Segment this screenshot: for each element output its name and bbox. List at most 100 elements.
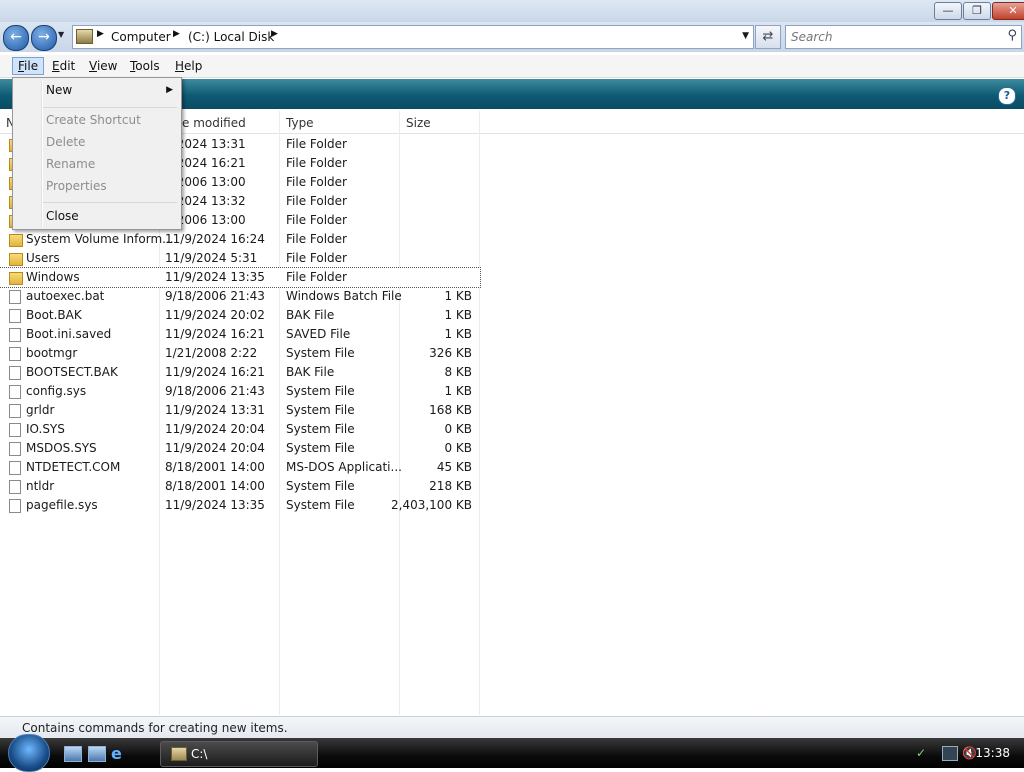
minimize-button[interactable]: — <box>934 2 962 20</box>
taskbar: e C:\ ✓ 🔇 13:38 <box>0 734 1024 772</box>
file-row[interactable]: MSDOS.SYS 11/9/2024 20:04 System File 0 KB <box>0 439 480 458</box>
file-date-modified: 11/9/2024 16:21 <box>165 327 265 341</box>
menu-file[interactable]: File <box>12 57 45 75</box>
menu-separator <box>43 202 177 203</box>
restore-button[interactable]: ❐ <box>963 2 991 20</box>
file-row[interactable]: config.sys 9/18/2006 21:43 System File 1 KB <box>0 382 480 401</box>
file-type: File Folder <box>286 175 347 189</box>
file-size: 1 KB <box>444 384 472 398</box>
breadcrumb-computer[interactable]: Computer <box>111 30 171 44</box>
file-name: Users <box>26 251 60 265</box>
file-type: System File <box>286 422 355 436</box>
file-icon <box>9 480 21 494</box>
menu-item-create-shortcut: Create Shortcut <box>46 113 141 127</box>
menu-help[interactable]: Help <box>170 58 207 74</box>
menu-view[interactable]: View <box>84 58 122 74</box>
file-icon <box>9 309 21 323</box>
internet-explorer-icon[interactable]: e <box>111 744 122 763</box>
taskbar-window-label: C:\ <box>191 747 208 761</box>
menu-view-label: iew <box>96 59 118 73</box>
file-row[interactable]: IO.SYS 11/9/2024 20:04 System File 0 KB <box>0 420 480 439</box>
menu-item-close[interactable]: Close <box>46 209 79 223</box>
column-header-type[interactable]: Type <box>286 116 314 130</box>
menu-bar: File Edit View Tools Help <box>0 55 1024 78</box>
file-menu-dropdown: New ▶ Create Shortcut Delete Rename Prop… <box>12 77 182 230</box>
breadcrumb-local-disk[interactable]: (C:) Local Disk <box>188 30 274 44</box>
file-name: bootmgr <box>26 346 78 360</box>
refresh-button[interactable]: ⇄ <box>755 25 781 49</box>
file-name: System Volume Inform... <box>26 232 174 246</box>
file-date-modified: 11/9/2024 13:31 <box>165 403 265 417</box>
file-date-modified: 11/9/2024 16:24 <box>165 232 265 246</box>
file-name: Boot.ini.saved <box>26 327 112 341</box>
back-button[interactable]: ← <box>3 25 29 51</box>
file-date-modified: 11/9/2024 13:35 <box>165 498 265 512</box>
file-name: Boot.BAK <box>26 308 82 322</box>
file-icon <box>9 328 21 342</box>
taskbar-window-button[interactable]: C:\ <box>160 741 318 767</box>
file-type: System File <box>286 346 355 360</box>
file-row[interactable]: Windows 11/9/2024 13:35 File Folder <box>0 267 481 288</box>
file-type: File Folder <box>286 251 347 265</box>
file-row[interactable]: Boot.BAK 11/9/2024 20:02 BAK File 1 KB <box>0 306 480 325</box>
menu-edit[interactable]: Edit <box>47 58 80 74</box>
switch-windows-icon[interactable] <box>88 746 106 762</box>
file-size: 2,403,100 KB <box>391 498 472 512</box>
breadcrumb-separator-icon[interactable]: ▶ <box>271 29 278 39</box>
menu-separator <box>43 107 177 108</box>
address-dropdown-icon[interactable]: ▼ <box>742 31 749 41</box>
address-bar[interactable]: ▶ Computer ▶ (C:) Local Disk ▶ ▼ <box>72 25 754 49</box>
file-type: System File <box>286 479 355 493</box>
file-row[interactable]: grldr 11/9/2024 13:31 System File 168 KB <box>0 401 480 420</box>
file-type: File Folder <box>286 194 347 208</box>
file-row[interactable]: autoexec.bat 9/18/2006 21:43 Windows Batch… <box>0 287 480 306</box>
file-row[interactable]: NTDETECT.COM 8/18/2001 14:00 MS-DOS Applic… <box>0 458 480 477</box>
file-row[interactable]: pagefile.sys 11/9/2024 13:35 System File 2,… <box>0 496 480 515</box>
file-icon <box>9 347 21 361</box>
file-row[interactable]: bootmgr 1/21/2008 2:22 System File 326 KB <box>0 344 480 363</box>
start-button[interactable] <box>8 734 50 772</box>
file-row[interactable]: ntldr 8/18/2001 14:00 System File 218 KB <box>0 477 480 496</box>
file-date-modified: 8/18/2001 14:00 <box>165 479 265 493</box>
file-row[interactable]: System Volume Inform... 11/9/2024 16:24 Fi… <box>0 230 480 249</box>
breadcrumb-separator-icon[interactable]: ▶ <box>173 29 180 39</box>
status-text: Contains commands for creating new items… <box>22 721 288 735</box>
file-type: Windows Batch File <box>286 289 402 303</box>
file-icon <box>9 423 21 437</box>
network-tray-icon[interactable] <box>942 746 958 761</box>
file-name: ntldr <box>26 479 55 493</box>
column-header-date-modified[interactable]: e modified <box>182 116 246 130</box>
volume-muted-tray-icon[interactable]: 🔇 <box>962 746 977 760</box>
file-date-modified: 9/18/2006 21:43 <box>165 384 265 398</box>
file-row[interactable]: Users 11/9/2024 5:31 File Folder <box>0 249 480 268</box>
column-header-size[interactable]: Size <box>406 116 431 130</box>
file-size: 326 KB <box>429 346 472 360</box>
file-date-modified: 9/18/2006 21:43 <box>165 289 265 303</box>
clock[interactable]: 13:38 <box>975 746 1010 760</box>
folder-icon <box>9 234 23 247</box>
file-row[interactable]: BOOTSECT.BAK 11/9/2024 16:21 BAK File 8 KB <box>0 363 480 382</box>
breadcrumb-separator-icon[interactable]: ▶ <box>97 29 104 39</box>
search-input[interactable]: Search ⚲ <box>785 25 1022 49</box>
menu-tools[interactable]: Tools <box>125 58 165 74</box>
menu-item-new[interactable]: New <box>46 83 72 97</box>
file-name: pagefile.sys <box>26 498 98 512</box>
search-icon[interactable]: ⚲ <box>1007 28 1017 43</box>
close-window-button[interactable]: ✕ <box>992 2 1024 20</box>
help-icon[interactable]: ? <box>998 87 1016 105</box>
file-size: 8 KB <box>444 365 472 379</box>
drive-icon <box>76 29 93 44</box>
file-name: autoexec.bat <box>26 289 105 303</box>
file-type: File Folder <box>286 213 347 227</box>
file-row[interactable]: Boot.ini.saved 11/9/2024 16:21 SAVED File 1… <box>0 325 480 344</box>
show-desktop-icon[interactable] <box>64 746 82 762</box>
security-tray-icon[interactable]: ✓ <box>916 746 930 760</box>
file-name: config.sys <box>26 384 87 398</box>
file-size: 218 KB <box>429 479 472 493</box>
menu-item-delete: Delete <box>46 135 86 149</box>
status-bar: Contains commands for creating new items… <box>0 716 1024 739</box>
file-type: System File <box>286 441 355 455</box>
recent-pages-dropdown-icon[interactable]: ▼ <box>58 30 64 39</box>
forward-button[interactable]: → <box>31 25 57 51</box>
file-icon <box>9 290 21 304</box>
